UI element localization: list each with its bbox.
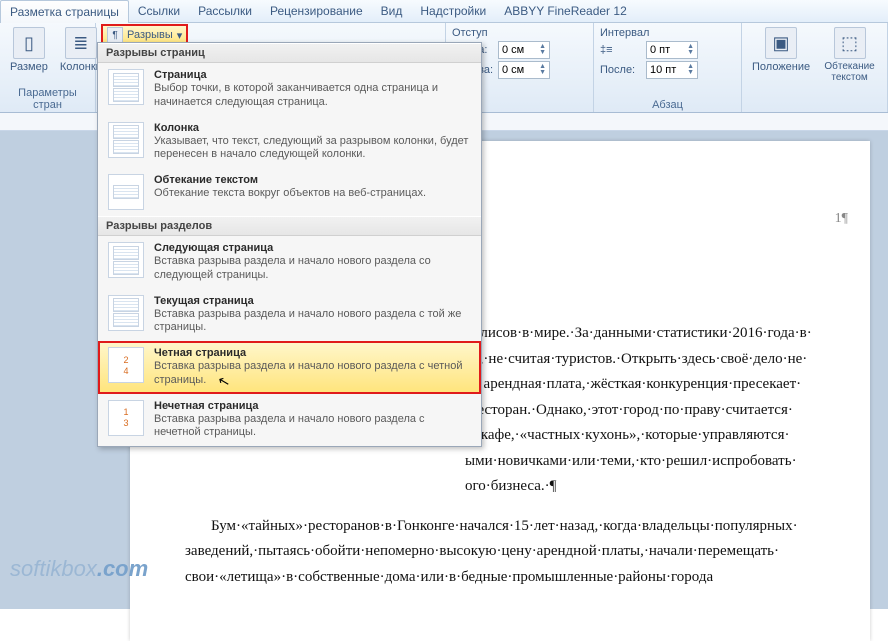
- section-odd-page[interactable]: 13 Нечетная страницаВставка разрыва разд…: [98, 394, 481, 447]
- tab-page-layout[interactable]: Разметка страницы: [0, 0, 129, 23]
- doc-paragraph-2: Бум·«тайных»·ресторанов·в·Гонконге·начал…: [185, 514, 840, 591]
- spacing-before-label: ‡≡: [600, 44, 642, 56]
- page-number-mark: 1¶: [835, 211, 848, 227]
- section-current-page[interactable]: Текущая страницаВставка разрыва раздела …: [98, 289, 481, 342]
- tab-view[interactable]: Вид: [372, 0, 412, 22]
- break-textwrap-desc: Обтекание текста вокруг объектов на веб-…: [154, 187, 471, 201]
- break-column-icon: [108, 122, 144, 158]
- page-size-icon: ▯: [13, 27, 45, 59]
- section-odd-title: Нечетная страница: [154, 400, 471, 412]
- section-even-desc: Вставка разрыва раздела и начало нового …: [154, 360, 471, 388]
- break-text-wrap[interactable]: Обтекание текстомОбтекание текста вокруг…: [98, 168, 481, 216]
- section-next-icon: [108, 242, 144, 278]
- doc-paragraph-1: полисов·в·мире.·За·данными·статистики·20…: [465, 321, 840, 500]
- break-textwrap-title: Обтекание текстом: [154, 174, 471, 186]
- section-next-desc: Вставка разрыва раздела и начало нового …: [154, 255, 471, 283]
- section-even-page[interactable]: 24 Четная страницаВставка разрыва раздел…: [98, 341, 481, 394]
- break-column-desc: Указывает, что текст, следующий за разры…: [154, 135, 471, 163]
- section-even-icon: 24: [108, 347, 144, 383]
- breaks-label: Разрывы: [127, 29, 173, 41]
- text-wrap-button[interactable]: ⬚ Обтекание текстом: [818, 25, 881, 85]
- section-next-title: Следующая страница: [154, 242, 471, 254]
- spacing-before-input[interactable]: 0 пт▲▼: [646, 41, 698, 59]
- position-icon: ▣: [765, 27, 797, 59]
- break-textwrap-icon: [108, 174, 144, 210]
- break-page-icon: [108, 69, 144, 105]
- section-next-page[interactable]: Следующая страницаВставка разрыва раздел…: [98, 236, 481, 289]
- text-wrap-label: Обтекание текстом: [822, 61, 877, 83]
- tab-abbyy[interactable]: ABBYY FineReader 12: [495, 0, 636, 22]
- break-page[interactable]: СтраницаВыбор точки, в которой заканчива…: [98, 63, 481, 116]
- section-odd-icon: 13: [108, 400, 144, 436]
- spacing-title: Интервал: [600, 27, 649, 39]
- indent-left-input[interactable]: 0 см▲▼: [498, 41, 550, 59]
- break-page-title: Страница: [154, 69, 471, 81]
- section-current-title: Текущая страница: [154, 295, 471, 307]
- group-page-setup-label: Параметры стран: [6, 86, 89, 111]
- break-column-title: Колонка: [154, 122, 471, 134]
- tab-review[interactable]: Рецензирование: [261, 0, 372, 22]
- tab-addins[interactable]: Надстройки: [411, 0, 495, 22]
- section-current-icon: [108, 295, 144, 331]
- indent-title: Отступ: [452, 27, 488, 39]
- columns-icon: ≣: [65, 27, 97, 59]
- section-even-title: Четная страница: [154, 347, 471, 359]
- section-odd-desc: Вставка разрыва раздела и начало нового …: [154, 413, 471, 441]
- size-button[interactable]: ▯ Размер: [6, 25, 52, 75]
- break-column[interactable]: КолонкаУказывает, что текст, следующий з…: [98, 116, 481, 169]
- watermark: softikbox.com: [10, 556, 148, 582]
- breaks-header-sections: Разрывы разделов: [98, 216, 481, 236]
- tab-links[interactable]: Ссылки: [129, 0, 189, 22]
- group-paragraph-label: Абзац: [600, 98, 735, 111]
- tab-mailings[interactable]: Рассылки: [189, 0, 261, 22]
- position-button[interactable]: ▣ Положение: [748, 25, 814, 75]
- chevron-down-icon: ▾: [177, 29, 183, 42]
- text-wrap-icon: ⬚: [834, 27, 866, 59]
- breaks-dropdown: Разрывы страниц СтраницаВыбор точки, в к…: [97, 42, 482, 447]
- size-label: Размер: [10, 61, 48, 73]
- ribbon-tabs: Разметка страницы Ссылки Рассылки Реценз…: [0, 0, 888, 23]
- breaks-icon: ¶: [107, 27, 123, 43]
- indent-right-input[interactable]: 0 см▲▼: [498, 61, 550, 79]
- breaks-header-pages: Разрывы страниц: [98, 43, 481, 63]
- spacing-after-label: После:: [600, 64, 642, 76]
- position-label: Положение: [752, 61, 810, 73]
- spacing-after-input[interactable]: 10 пт▲▼: [646, 61, 698, 79]
- section-current-desc: Вставка разрыва раздела и начало нового …: [154, 308, 471, 336]
- break-page-desc: Выбор точки, в которой заканчивается одн…: [154, 82, 471, 110]
